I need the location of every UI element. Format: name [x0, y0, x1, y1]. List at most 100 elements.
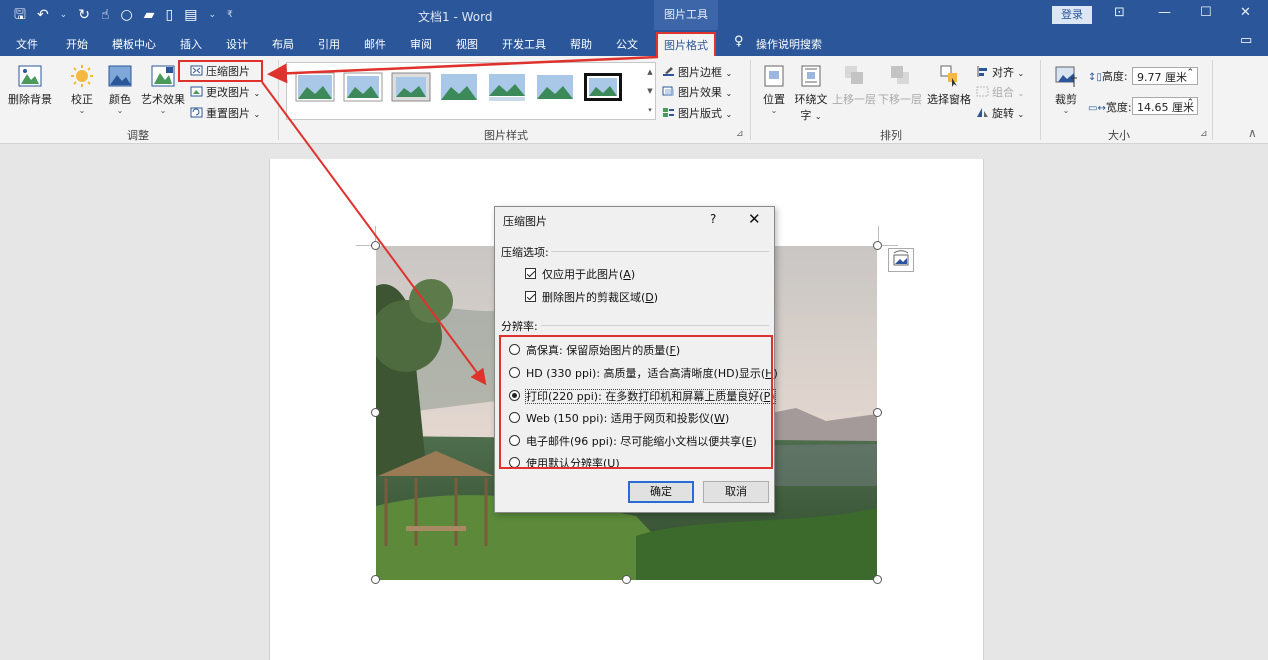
wrap-text-icon	[801, 65, 821, 87]
crop-icon	[1055, 66, 1077, 87]
effects-icon	[662, 86, 674, 96]
remove-background-button[interactable]: 删除背景	[6, 64, 54, 107]
remove-background-icon	[18, 65, 42, 87]
width-spinner-icon[interactable]: ⌃	[1186, 98, 1194, 108]
resize-handle[interactable]	[873, 575, 882, 584]
document-title: 文档1 - Word	[418, 10, 493, 24]
change-picture-button[interactable]: 更改图片 ⌄	[190, 84, 260, 100]
style-thumb[interactable]	[343, 72, 383, 102]
save-icon[interactable]: 🖫	[14, 5, 26, 25]
tab-layout[interactable]: 布局	[272, 36, 294, 52]
cancel-button[interactable]: 取消	[703, 481, 769, 503]
tab-picture-format[interactable]: 图片格式	[656, 32, 716, 56]
group-separator	[750, 60, 751, 140]
position-button[interactable]: 位置 ⌄	[758, 64, 790, 115]
wrap-text-button[interactable]: 环绕文字 ⌄	[792, 64, 830, 123]
picture-border-button[interactable]: 图片边框 ⌄	[662, 64, 732, 80]
height-input[interactable]: 9.77 厘米 ⌃	[1132, 67, 1198, 85]
resize-handle[interactable]	[622, 575, 631, 584]
styles-dialog-launcher[interactable]: ⊿	[736, 129, 744, 139]
group-separator	[1212, 60, 1213, 140]
width-input[interactable]: 14.65 厘米 ⌃	[1132, 97, 1198, 115]
maximize-icon[interactable]: ☐	[1200, 5, 1212, 20]
resize-handle[interactable]	[873, 241, 882, 250]
help-icon[interactable]: ?	[710, 212, 716, 226]
tab-mailings[interactable]: 邮件	[364, 36, 386, 52]
circle-icon[interactable]: ○	[120, 5, 132, 25]
style-thumb[interactable]	[439, 72, 479, 102]
resize-handle[interactable]	[371, 408, 380, 417]
collapse-ribbon-icon[interactable]: ∧	[1248, 126, 1257, 140]
bring-forward-button[interactable]: 上移一层	[832, 64, 876, 107]
resize-handle[interactable]	[371, 575, 380, 584]
align-button[interactable]: 对齐 ⌄	[976, 64, 1024, 80]
style-thumb[interactable]	[391, 72, 431, 102]
print-preview-icon[interactable]: ▤	[184, 5, 197, 25]
tab-design[interactable]: 设计	[226, 36, 248, 52]
rotate-button[interactable]: 旋转 ⌄	[976, 105, 1024, 121]
resize-handle[interactable]	[371, 241, 380, 250]
sun-icon	[71, 65, 93, 87]
login-button[interactable]: 登录	[1052, 6, 1092, 24]
open-icon[interactable]: ▰	[144, 5, 155, 25]
tab-references[interactable]: 引用	[318, 36, 340, 52]
more-icon[interactable]: ₹	[227, 5, 233, 25]
tab-insert[interactable]: 插入	[180, 36, 202, 52]
style-thumb[interactable]	[487, 72, 527, 102]
tab-template-center[interactable]: 模板中心	[112, 36, 156, 52]
comment-icon[interactable]: ▭	[1240, 33, 1252, 48]
tab-view[interactable]: 视图	[456, 36, 478, 52]
pencil-icon	[663, 67, 674, 76]
tab-home[interactable]: 开始	[66, 36, 88, 52]
selection-pane-button[interactable]: 选择窗格	[926, 64, 972, 107]
color-button[interactable]: 颜色 ⌄	[104, 64, 136, 115]
gallery-scroll[interactable]: ▲ ▼ ▾	[645, 63, 655, 120]
picture-layout-button[interactable]: 图片版式 ⌄	[662, 105, 732, 121]
close-window-icon[interactable]: ✕	[1240, 5, 1251, 20]
align-icon	[977, 66, 987, 77]
tab-help[interactable]: 帮助	[570, 36, 592, 52]
apply-only-this-picture-checkbox[interactable]: 仅应用于此图片(A)	[525, 266, 635, 282]
size-dialog-launcher[interactable]: ⊿	[1200, 129, 1208, 139]
undo-dropdown-icon[interactable]: ⌄	[60, 5, 68, 25]
touch-mode-icon[interactable]: ☝	[101, 5, 110, 25]
new-doc-icon[interactable]: ▯	[165, 5, 173, 25]
crop-button[interactable]: 裁剪 ⌄	[1050, 64, 1082, 115]
dialog-title: 压缩图片	[503, 215, 547, 228]
customize-icon[interactable]: ⌄	[208, 5, 216, 25]
tab-file[interactable]: 文件	[16, 36, 38, 52]
style-thumb[interactable]	[583, 72, 623, 102]
tab-developer[interactable]: 开发工具	[502, 36, 546, 52]
tab-official-doc[interactable]: 公文	[616, 36, 638, 52]
tell-me-search[interactable]: 操作说明搜索	[756, 36, 822, 52]
undo-icon[interactable]: ↶	[37, 5, 49, 25]
lightbulb-icon[interactable]: ♀	[734, 34, 744, 49]
tab-review[interactable]: 审阅	[410, 36, 432, 52]
delete-cropped-areas-checkbox[interactable]: 删除图片的剪裁区域(D)	[525, 289, 658, 305]
ok-button[interactable]: 确定	[628, 481, 694, 503]
picture-effects-button[interactable]: 图片效果 ⌄	[662, 84, 732, 100]
height-spinner-icon[interactable]: ⌃	[1186, 68, 1194, 78]
minimize-icon[interactable]: —	[1158, 5, 1171, 20]
layout-options-button[interactable]	[888, 248, 914, 272]
layout-icon	[663, 108, 674, 117]
height-label: ↕▯高度:	[1088, 70, 1128, 83]
reset-picture-icon	[190, 107, 203, 118]
picture-tools-context: 图片工具	[654, 0, 718, 30]
bring-forward-icon	[845, 66, 863, 84]
ribbon-tabs: 文件 开始 模板中心 插入 设计 布局 引用 邮件 审阅 视图 开发工具 帮助 …	[0, 30, 1268, 56]
width-label: ▭↔宽度:	[1088, 101, 1132, 114]
send-backward-button[interactable]: 下移一层	[878, 64, 922, 107]
style-thumb[interactable]	[535, 72, 575, 102]
redo-icon[interactable]: ↻	[78, 5, 90, 25]
close-icon[interactable]: ✕	[748, 210, 761, 228]
resize-handle[interactable]	[873, 408, 882, 417]
resolution-highlight-box	[499, 335, 773, 469]
divider	[541, 325, 769, 326]
group-objects-button[interactable]: 组合 ⌄	[976, 84, 1024, 100]
corrections-button[interactable]: 校正 ⌄	[64, 64, 100, 115]
style-thumb[interactable]	[295, 72, 335, 102]
reset-picture-button[interactable]: 重置图片 ⌄	[190, 105, 260, 121]
group-separator	[278, 60, 279, 140]
ribbon-display-icon[interactable]: ⊡	[1114, 5, 1125, 20]
